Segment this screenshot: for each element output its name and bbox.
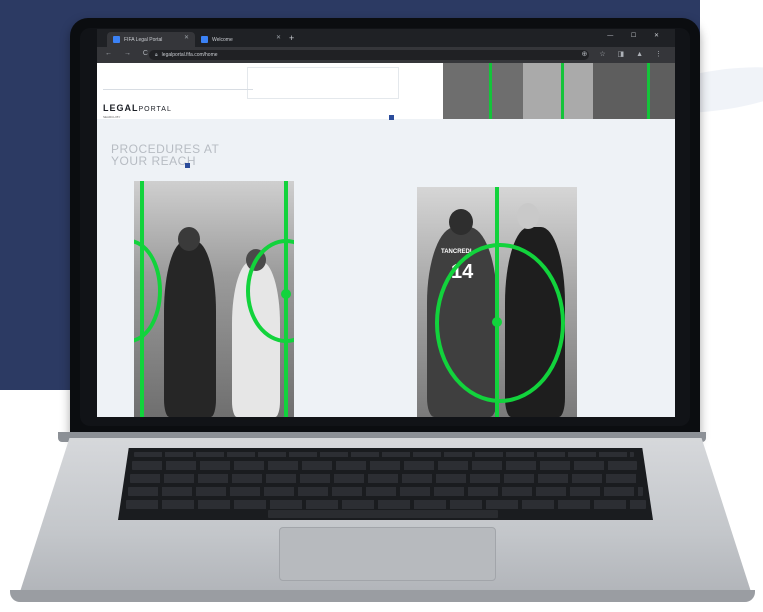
laptop-trackpad <box>279 527 496 581</box>
fifa-favicon-icon <box>113 36 120 43</box>
window-controls[interactable]: — ☐ ✕ <box>607 32 667 39</box>
logo-caption: SEARCH BY <box>103 115 121 119</box>
tab-legal-portal[interactable]: FIFA Legal Portal ✕ <box>107 32 195 47</box>
page-header: LEGALPORTAL SEARCH BY <box>97 63 443 120</box>
header-search-box[interactable] <box>247 67 399 99</box>
accent-square <box>389 115 394 120</box>
url-text: legalportal.fifa.com/home <box>161 52 218 58</box>
page-headline: PROCEDURES AT YOUR REACH <box>111 142 220 168</box>
toolbar-icons[interactable]: ⊕ ☆ ◨ ▲ ⋮ <box>582 50 667 58</box>
new-tab-button[interactable]: + <box>289 33 294 43</box>
hero-image <box>443 63 675 119</box>
tab-label: Welcome <box>212 36 233 43</box>
lock-icon: 🔒︎ <box>155 52 158 58</box>
legal-portal-logo[interactable]: LEGALPORTAL <box>103 103 172 113</box>
tab-welcome[interactable]: Welcome ✕ <box>195 32 287 47</box>
tab-label: FIFA Legal Portal <box>124 36 163 43</box>
referee-photo <box>134 181 294 417</box>
fifa-favicon-icon <box>201 36 208 43</box>
accent-square <box>185 163 190 168</box>
browser-tab-strip: FIFA Legal Portal ✕ Welcome ✕ + — ☐ ✕ <box>97 29 675 47</box>
laptop-keyboard <box>118 448 653 520</box>
close-icon[interactable]: ✕ <box>276 34 281 41</box>
header-divider <box>103 89 253 90</box>
laptop-screen: FIFA Legal Portal ✕ Welcome ✕ + — ☐ ✕ ← … <box>97 29 675 417</box>
browser-toolbar: ← → C ⌂ 🔒︎ legalportal.fifa.com/home ⊕ ☆ … <box>97 47 675 63</box>
web-page: LEGALPORTAL SEARCH BY PROCEDURES AT YOUR… <box>97 63 675 417</box>
players-photo: TANCREDI 14 <box>417 187 577 417</box>
address-bar-input[interactable]: 🔒︎ legalportal.fifa.com/home <box>149 50 589 60</box>
close-icon[interactable]: ✕ <box>184 34 189 41</box>
laptop-front-edge <box>10 590 755 602</box>
